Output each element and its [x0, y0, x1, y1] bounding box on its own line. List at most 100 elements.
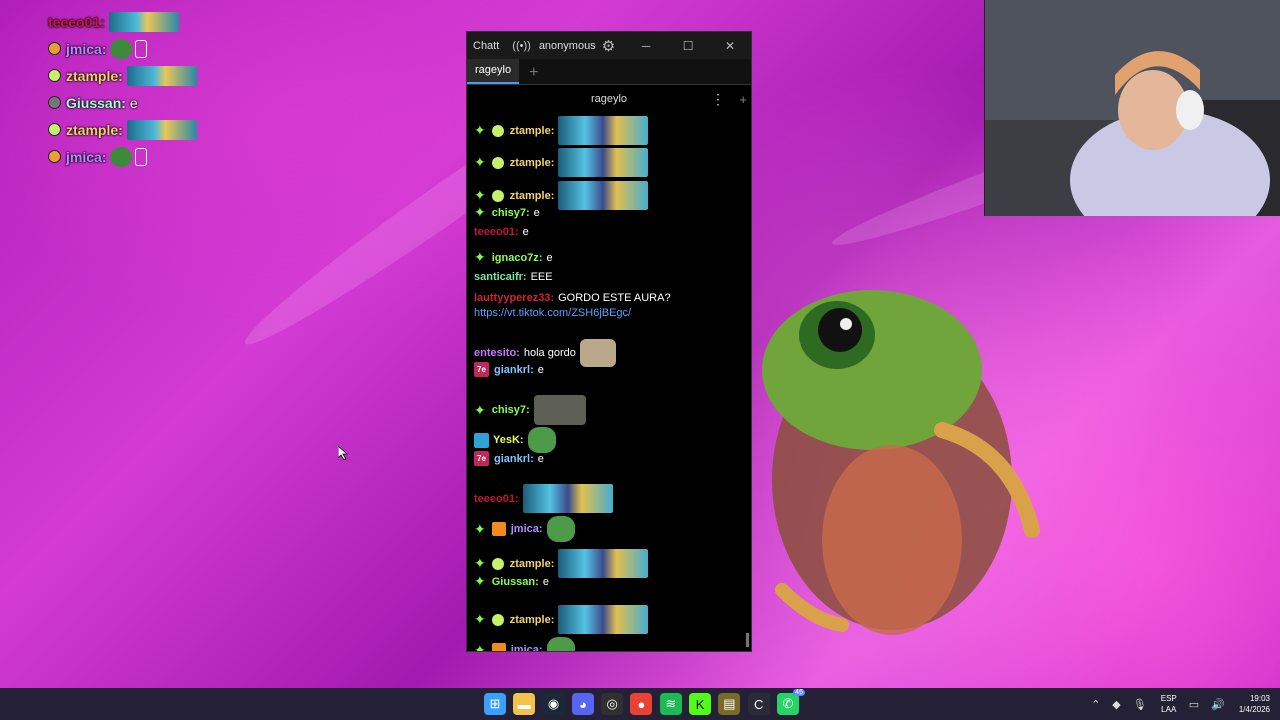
minions-emote-icon: [522, 484, 613, 513]
shield-icon[interactable]: ◆: [1112, 698, 1120, 711]
chat-username[interactable]: santicaifr: [474, 271, 523, 283]
chat-message[interactable]: ✦ ztample:: [474, 116, 649, 145]
overlay-chat-line: ztample:: [48, 62, 308, 89]
windows-icon[interactable]: ⊞: [484, 693, 506, 715]
file-explorer-icon[interactable]: ▬: [513, 693, 536, 715]
bot-badge-icon: [491, 557, 504, 570]
overlay-username: jmica: [66, 148, 102, 165]
chat-message[interactable]: teeeo01:: [474, 484, 613, 513]
microphone-icon[interactable]: 🎙: [1133, 698, 1147, 711]
chat-username[interactable]: chisy7: [492, 207, 526, 219]
steam-icon[interactable]: ◉: [542, 693, 565, 715]
tiktok-link[interactable]: https://vt.tiktok.com/ZSH6jBEgc/: [474, 307, 631, 319]
chat-username[interactable]: giankrl: [494, 364, 530, 376]
seal-emote-icon: [533, 395, 586, 425]
maximize-button[interactable]: ☐: [667, 39, 709, 53]
chat-username[interactable]: lauttyyperez33: [474, 292, 550, 304]
app-icon[interactable]: ▤: [718, 693, 741, 715]
language-indicator[interactable]: ESP LAA: [1161, 693, 1177, 715]
chat-username[interactable]: jmica: [511, 523, 539, 535]
add-split-button[interactable]: +: [739, 92, 747, 107]
chat-username[interactable]: chisy7: [492, 404, 526, 416]
chat-username[interactable]: giankrl: [494, 453, 530, 465]
chat-message[interactable]: lauttyyperez33: GORDO ESTE AURA?: [474, 292, 671, 304]
chat-username[interactable]: entesito: [474, 347, 516, 359]
chat-username[interactable]: jmica: [511, 644, 539, 651]
chat-username[interactable]: YesK: [493, 434, 520, 446]
chat-username[interactable]: ignaco7z: [492, 252, 539, 264]
colon: :: [550, 124, 555, 137]
chat-message-text: EEE: [530, 271, 553, 283]
discord-icon[interactable]: ◕: [571, 693, 594, 715]
message-link-row[interactable]: https://vt.tiktok.com/ZSH6jBEgc/: [474, 307, 631, 319]
colon: :: [121, 94, 126, 111]
clock[interactable]: 19:03 1/4/2026: [1239, 693, 1270, 715]
chat-username[interactable]: teeeo01: [474, 226, 515, 238]
message-list[interactable]: ✦ ztample: ✦ ztample: ✦ ztample: ✦ chisy7: e teee…: [467, 112, 745, 651]
account-name[interactable]: anonymous: [539, 40, 596, 52]
stream-chat-overlay: teeeo01: jmica: ztample: Giussan: e ztample: j…: [48, 8, 308, 170]
obs-icon[interactable]: ◎: [601, 693, 624, 715]
chat-username[interactable]: teeeo01: [474, 493, 515, 505]
colon: :: [100, 13, 105, 30]
chrome-icon[interactable]: ●: [630, 693, 653, 715]
chat-message[interactable]: ✦ Giussan: e: [474, 573, 549, 590]
streaming-icon[interactable]: ((•)): [512, 40, 531, 52]
chevron-up-icon[interactable]: ⌃: [1091, 698, 1100, 711]
chat-message[interactable]: santicaifr: EEE: [474, 271, 553, 283]
chat-message[interactable]: 7e giankrl: e: [474, 451, 544, 466]
chat-username[interactable]: ztample: [510, 157, 551, 169]
scrollbar-thumb[interactable]: [746, 633, 749, 647]
chat-message[interactable]: ✦ ignaco7z: e: [474, 249, 553, 266]
lang-bottom: LAA: [1161, 705, 1177, 714]
taskbar: ⊞ ▬ ◉ ◕ ◎ ● ≋ K ▤ C ✆ 46 ⌃ ◆ 🎙 ESP LAA ▭ 🔊 19:03 1/4/…: [0, 688, 1280, 720]
channel-header: rageylo ⋮ +: [467, 85, 751, 113]
chat-message-text: e: [546, 251, 553, 264]
overlay-chat-line: teeeo01:: [48, 8, 308, 35]
minions-emote-icon: [558, 605, 649, 634]
network-icon[interactable]: ▭: [1189, 698, 1199, 711]
overlay-chat-line: ztample:: [48, 116, 308, 143]
overlay-chat-line: jmica:: [48, 143, 308, 170]
notification-badge: 46: [793, 689, 805, 696]
chatterino-icon[interactable]: C: [747, 693, 770, 715]
minimize-button[interactable]: ─: [625, 39, 667, 53]
chat-message[interactable]: ✦ chisy7: e: [474, 204, 540, 221]
chat-username[interactable]: Giussan: [492, 576, 535, 588]
sunglasses-badge-icon: [48, 42, 61, 55]
chat-message[interactable]: ✦ jmica:: [474, 516, 575, 542]
spotify-icon[interactable]: ≋: [659, 693, 682, 715]
colon: :: [118, 121, 123, 138]
pepe-emote-icon: [546, 637, 575, 651]
scrollbar[interactable]: [746, 112, 749, 647]
chat-username[interactable]: ztample: [510, 125, 551, 137]
channel-menu-icon[interactable]: ⋮: [711, 91, 725, 108]
chat-message[interactable]: ✦ chisy7:: [474, 395, 586, 425]
minions-emote-icon: [126, 119, 197, 140]
tab-rageylo[interactable]: rageylo: [467, 59, 520, 84]
chat-message[interactable]: 7e giankrl: e: [474, 362, 544, 377]
cat-emote-icon: [579, 339, 616, 367]
sparkle-badge-icon: ✦: [474, 573, 486, 589]
add-tab-button[interactable]: +: [529, 61, 538, 84]
colon: :: [519, 434, 524, 446]
colon: :: [101, 40, 107, 57]
chat-username[interactable]: ztample: [510, 614, 551, 626]
pepe-emote-icon: [527, 427, 556, 453]
chat-message[interactable]: YesK:: [474, 427, 556, 453]
chat-username[interactable]: ztample: [510, 190, 551, 202]
chat-message[interactable]: ✦ ztample:: [474, 148, 649, 177]
volume-icon[interactable]: 🔊: [1211, 698, 1225, 711]
channel-name: rageylo: [590, 93, 628, 105]
chat-message[interactable]: ✦ jmica:: [474, 637, 575, 651]
chat-message[interactable]: ✦ ztample:: [474, 605, 649, 634]
minions-emote-icon: [558, 181, 649, 210]
overlay-username: ztample: [66, 121, 119, 138]
kick-icon[interactable]: K: [689, 693, 712, 715]
chat-username[interactable]: ztample: [510, 558, 551, 570]
whatsapp-icon[interactable]: ✆ 46: [776, 689, 805, 715]
settings-icon[interactable]: ⚙: [602, 37, 615, 55]
overlay-chat-line: jmica:: [48, 35, 308, 62]
close-button[interactable]: ✕: [709, 39, 751, 53]
chat-message[interactable]: teeeo01: e: [474, 226, 529, 238]
